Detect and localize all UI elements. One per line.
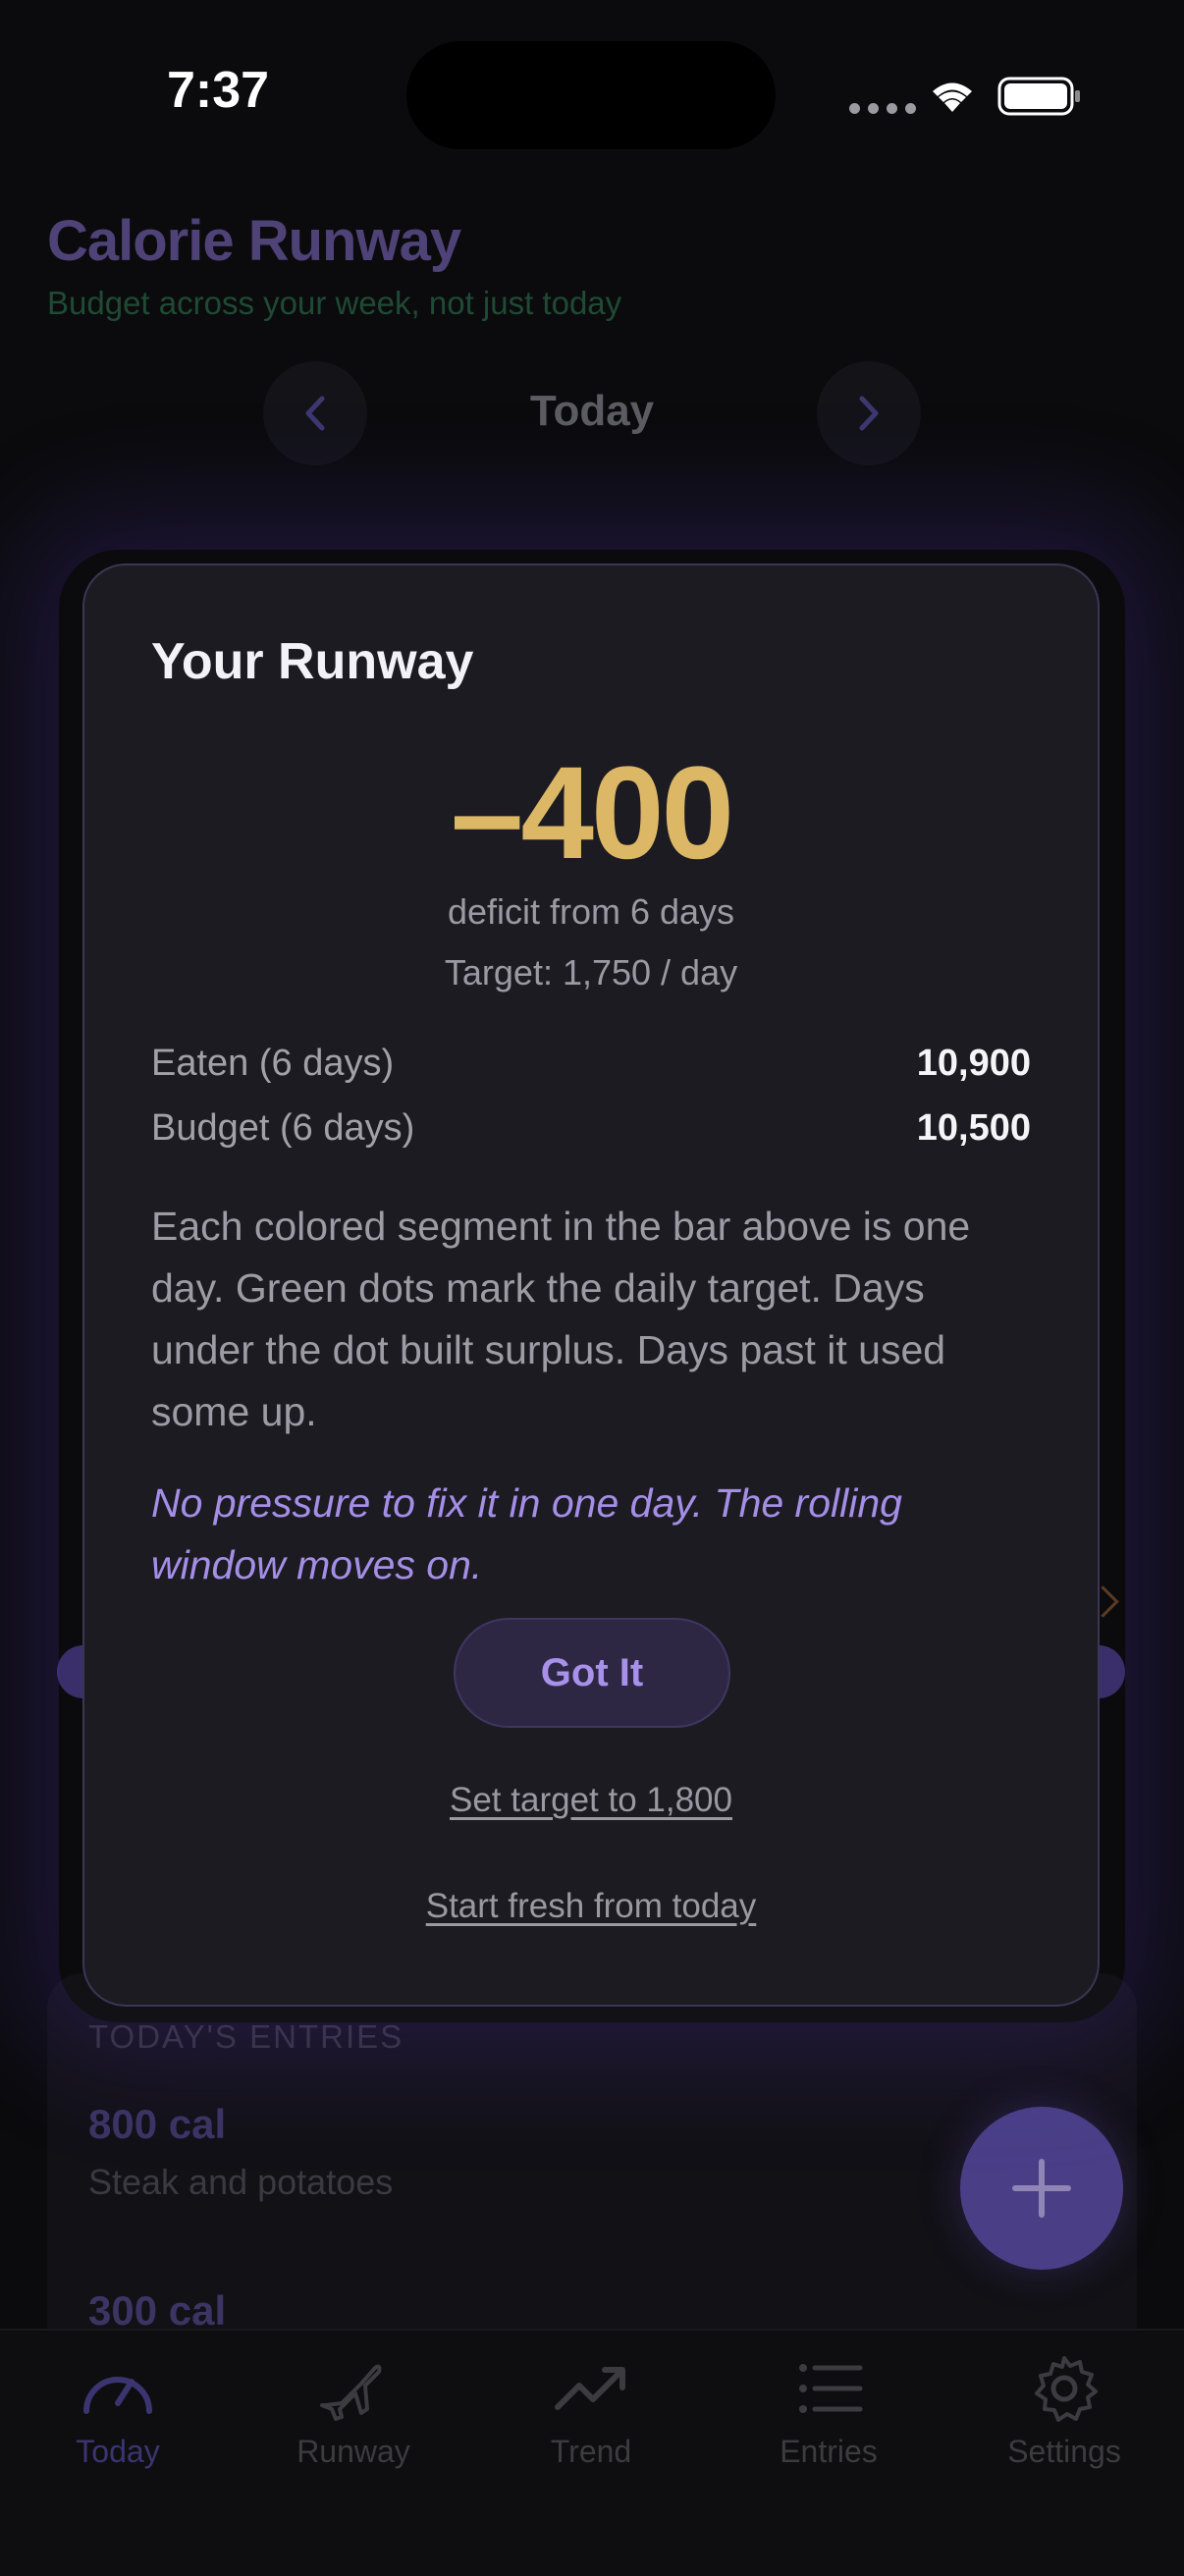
tab-runway[interactable]: Runway <box>255 2354 452 2470</box>
tab-label: Entries <box>780 2434 878 2469</box>
app-subtitle: Budget across your week, not just today <box>47 285 622 321</box>
app-title: Calorie Runway <box>47 209 461 273</box>
trend-icon <box>555 2367 625 2410</box>
set-target-link[interactable]: Set target to 1,800 <box>82 1781 1100 1820</box>
eaten-value: 10,900 <box>916 1043 1031 1084</box>
gauge-icon <box>83 2377 152 2414</box>
cellular-signal-icon <box>849 103 916 114</box>
entry-description: Steak and potatoes <box>88 2162 394 2202</box>
eaten-label: Eaten (6 days) <box>151 1043 395 1084</box>
tab-trend[interactable]: Trend <box>493 2354 689 2470</box>
next-day-button[interactable] <box>817 361 921 465</box>
gear-icon <box>1035 2356 1098 2422</box>
tab-label: Trend <box>550 2434 632 2469</box>
tab-today[interactable]: Today <box>20 2354 216 2470</box>
plus-icon <box>1012 2159 1071 2218</box>
dynamic-island <box>406 41 776 149</box>
tab-settings[interactable]: Settings <box>966 2354 1162 2470</box>
runway-value: –400 <box>450 740 734 886</box>
list-icon <box>799 2364 863 2413</box>
entry-calories[interactable]: 800 cal <box>88 2101 226 2148</box>
add-entry-button[interactable] <box>960 2107 1123 2270</box>
tab-entries[interactable]: Entries <box>730 2354 927 2470</box>
budget-label: Budget (6 days) <box>151 1107 415 1149</box>
airplane-icon <box>320 2364 382 2421</box>
tab-label: Settings <box>1007 2434 1121 2469</box>
entries-heading: TODAY'S ENTRIES <box>88 2018 404 2055</box>
explanation-text: Each colored segment in the bar above is… <box>151 1204 971 1434</box>
tab-label: Runway <box>296 2434 410 2469</box>
wifi-icon <box>925 73 980 119</box>
battery-icon <box>997 77 1082 121</box>
status-time: 7:37 <box>167 62 270 119</box>
modal-title: Your Runway <box>151 633 474 690</box>
start-fresh-link[interactable]: Start fresh from today <box>82 1887 1100 1926</box>
budget-value: 10,500 <box>916 1107 1031 1149</box>
runway-caption: deficit from 6 days <box>447 891 735 932</box>
day-label: Today <box>529 387 655 435</box>
chevron-right-icon <box>859 396 879 431</box>
got-it-button[interactable]: Got It <box>454 1618 730 1728</box>
tab-label: Today <box>76 2434 160 2469</box>
entry-calories[interactable]: 300 cal <box>88 2287 226 2334</box>
reassurance-text: No pressure to fix it in one day. The ro… <box>151 1480 902 1587</box>
runway-target: Target: 1,750 / day <box>444 952 738 993</box>
